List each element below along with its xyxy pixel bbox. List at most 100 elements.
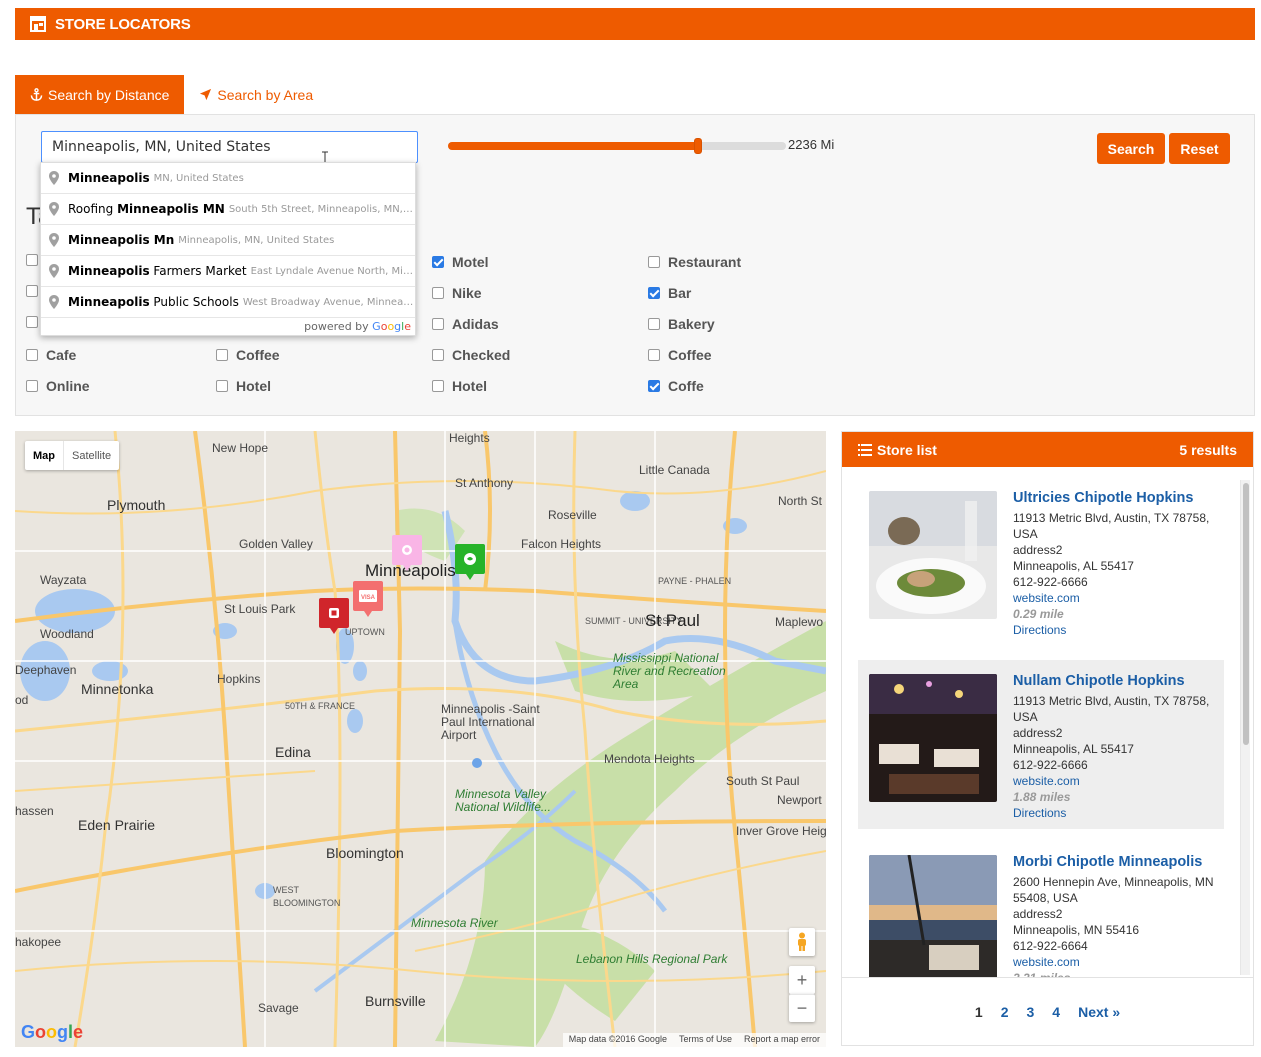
list-icon xyxy=(858,443,872,456)
map-type-map-button[interactable]: Map xyxy=(25,441,63,470)
tag-label: Nike xyxy=(452,285,482,301)
tab-search-by-distance[interactable]: Search by Distance xyxy=(15,75,185,114)
distance-slider[interactable] xyxy=(448,138,786,154)
zoom-in-button[interactable]: + xyxy=(789,966,815,994)
tag-checkbox[interactable]: Coffee xyxy=(216,347,280,363)
suggestion-main-text: Minneapolis Mn xyxy=(68,233,175,247)
tag-checkbox[interactable]: Cafe xyxy=(26,347,76,363)
autocomplete-suggestion[interactable]: Minneapolis Mn Minneapolis, MN, United St… xyxy=(41,225,415,256)
page-4-link[interactable]: 4 xyxy=(1052,1004,1060,1020)
checked-checkbox[interactable] xyxy=(648,380,660,392)
powered-by-google: powered by Google xyxy=(304,320,411,333)
unchecked-checkbox[interactable] xyxy=(648,349,660,361)
map-place-label: Minnesota Valley National Wildlife... xyxy=(455,787,551,814)
map-place-label: Savage xyxy=(258,1001,299,1015)
store-name-link[interactable]: Nullam Chipotle Hopkins xyxy=(1013,672,1223,690)
map-place-label: Plymouth xyxy=(107,497,166,513)
store-list-scrollbar[interactable] xyxy=(1240,480,1250,975)
tag-label: Checked xyxy=(452,347,511,363)
tag-label: Hotel xyxy=(452,378,487,394)
page-3-link[interactable]: 3 xyxy=(1026,1004,1034,1020)
unchecked-checkbox[interactable] xyxy=(26,380,38,392)
map-place-label: Deephaven xyxy=(15,663,77,677)
tag-label: Adidas xyxy=(452,316,499,332)
store-list-item[interactable]: Ultricies Chipotle Hopkins 11913 Metric B… xyxy=(858,477,1224,646)
store-icon xyxy=(29,16,47,32)
terms-of-use-link[interactable]: Terms of Use xyxy=(679,1034,732,1046)
tab-label: Search by Area xyxy=(217,86,314,103)
next-page-link[interactable]: Next » xyxy=(1078,1004,1120,1020)
suggestion-secondary-text: MN, United States xyxy=(153,172,244,184)
suggestion-secondary-text: East Lyndale Avenue North, Min... xyxy=(250,265,415,277)
tab-search-by-area[interactable]: Search by Area xyxy=(184,75,329,114)
page-2-link[interactable]: 2 xyxy=(1001,1004,1009,1020)
tag-checkbox[interactable]: Nike xyxy=(432,285,482,301)
store-info: Morbi Chipotle Minneapolis 2600 Hennepin … xyxy=(1013,853,1223,977)
page-1-link[interactable]: 1 xyxy=(975,1004,983,1020)
unchecked-checkbox[interactable] xyxy=(648,318,660,330)
unchecked-checkbox[interactable] xyxy=(216,380,228,392)
checked-checkbox[interactable] xyxy=(648,287,660,299)
map-marker-red[interactable] xyxy=(319,598,349,634)
tag-checkbox[interactable]: Coffe xyxy=(648,378,704,394)
reset-button[interactable]: Reset xyxy=(1169,133,1230,164)
store-website-link[interactable]: website.com xyxy=(1013,590,1223,606)
unchecked-checkbox[interactable] xyxy=(648,256,660,268)
tag-checkbox[interactable]: Bakery xyxy=(648,316,715,332)
autocomplete-suggestion[interactable]: Minneapolis Farmers Market East Lyndale A… xyxy=(41,256,415,287)
google-logo: Google xyxy=(21,1022,84,1042)
store-list[interactable]: Ultricies Chipotle Hopkins 11913 Metric B… xyxy=(842,477,1242,977)
autocomplete-suggestion[interactable]: Roofing Minneapolis MN South 5th Street, … xyxy=(41,194,415,225)
map-marker-green[interactable] xyxy=(455,544,485,580)
tag-checkbox[interactable]: Checked xyxy=(432,347,510,363)
store-list-item[interactable]: Morbi Chipotle Minneapolis 2600 Hennepin … xyxy=(858,841,1224,977)
pagination: 1 2 3 4 Next » xyxy=(842,977,1253,1046)
location-pin-icon xyxy=(49,295,59,309)
unchecked-checkbox[interactable] xyxy=(216,349,228,361)
tag-checkbox[interactable]: Restaurant xyxy=(648,254,741,270)
map-place-label: Falcon Heights xyxy=(521,537,602,551)
checked-checkbox[interactable] xyxy=(432,256,444,268)
map-marker-pink[interactable] xyxy=(392,535,422,571)
page-header: STORE LOCATORS xyxy=(15,8,1255,40)
map-footer: Map data ©2016 Google Terms of Use Repor… xyxy=(562,1033,826,1047)
unchecked-checkbox[interactable] xyxy=(432,318,444,330)
tag-checkbox[interactable]: Bar xyxy=(648,285,691,301)
tag-checkbox[interactable]: Hotel xyxy=(432,378,487,394)
map-marker-visa[interactable]: VISA xyxy=(353,581,383,617)
store-directions-link[interactable]: Directions xyxy=(1013,622,1223,638)
tab-label: Search by Distance xyxy=(48,86,170,103)
store-map[interactable]: Map Satellite New Hope Plymouth Golden Val… xyxy=(15,431,826,1047)
distance-slider-handle[interactable] xyxy=(694,138,703,154)
unchecked-checkbox[interactable] xyxy=(432,349,444,361)
map-type-toggle: Map Satellite xyxy=(25,441,120,470)
tag-checkbox[interactable]: Online xyxy=(26,378,90,394)
report-map-error-link[interactable]: Report a map error xyxy=(744,1034,820,1046)
tag-label: Motel xyxy=(452,254,489,270)
autocomplete-suggestion[interactable]: Minneapolis MN, United States xyxy=(41,163,415,194)
tag-label: Restaurant xyxy=(668,254,742,270)
location-search-input[interactable]: Minneapolis, MN, United States xyxy=(41,131,418,163)
unchecked-checkbox[interactable] xyxy=(432,380,444,392)
store-address2: address2 xyxy=(1013,726,1063,740)
store-name-link[interactable]: Ultricies Chipotle Hopkins xyxy=(1013,489,1223,507)
tag-label: Bar xyxy=(668,285,692,301)
zoom-out-button[interactable]: − xyxy=(789,994,815,1022)
street-view-pegman-icon[interactable] xyxy=(789,928,815,956)
autocomplete-suggestion[interactable]: Minneapolis Public Schools West Broadway … xyxy=(41,287,415,318)
unchecked-checkbox[interactable] xyxy=(26,349,38,361)
store-directions-link[interactable]: Directions xyxy=(1013,805,1223,821)
unchecked-checkbox[interactable] xyxy=(432,287,444,299)
tag-checkbox[interactable]: Adidas xyxy=(432,316,499,332)
tag-checkbox[interactable]: Hotel xyxy=(216,378,271,394)
map-place-label: West Bloomington xyxy=(273,885,341,908)
store-website-link[interactable]: website.com xyxy=(1013,954,1223,970)
map-type-satellite-button[interactable]: Satellite xyxy=(63,441,119,470)
store-website-link[interactable]: website.com xyxy=(1013,773,1223,789)
store-name-link[interactable]: Morbi Chipotle Minneapolis xyxy=(1013,853,1223,871)
store-list-item[interactable]: Nullam Chipotle Hopkins 11913 Metric Blvd… xyxy=(858,660,1224,829)
tag-checkbox[interactable]: Coffee xyxy=(648,347,712,363)
search-button[interactable]: Search xyxy=(1097,133,1165,164)
store-city: Minneapolis, AL 55417 xyxy=(1013,559,1134,573)
tag-checkbox[interactable]: Motel xyxy=(432,254,489,270)
